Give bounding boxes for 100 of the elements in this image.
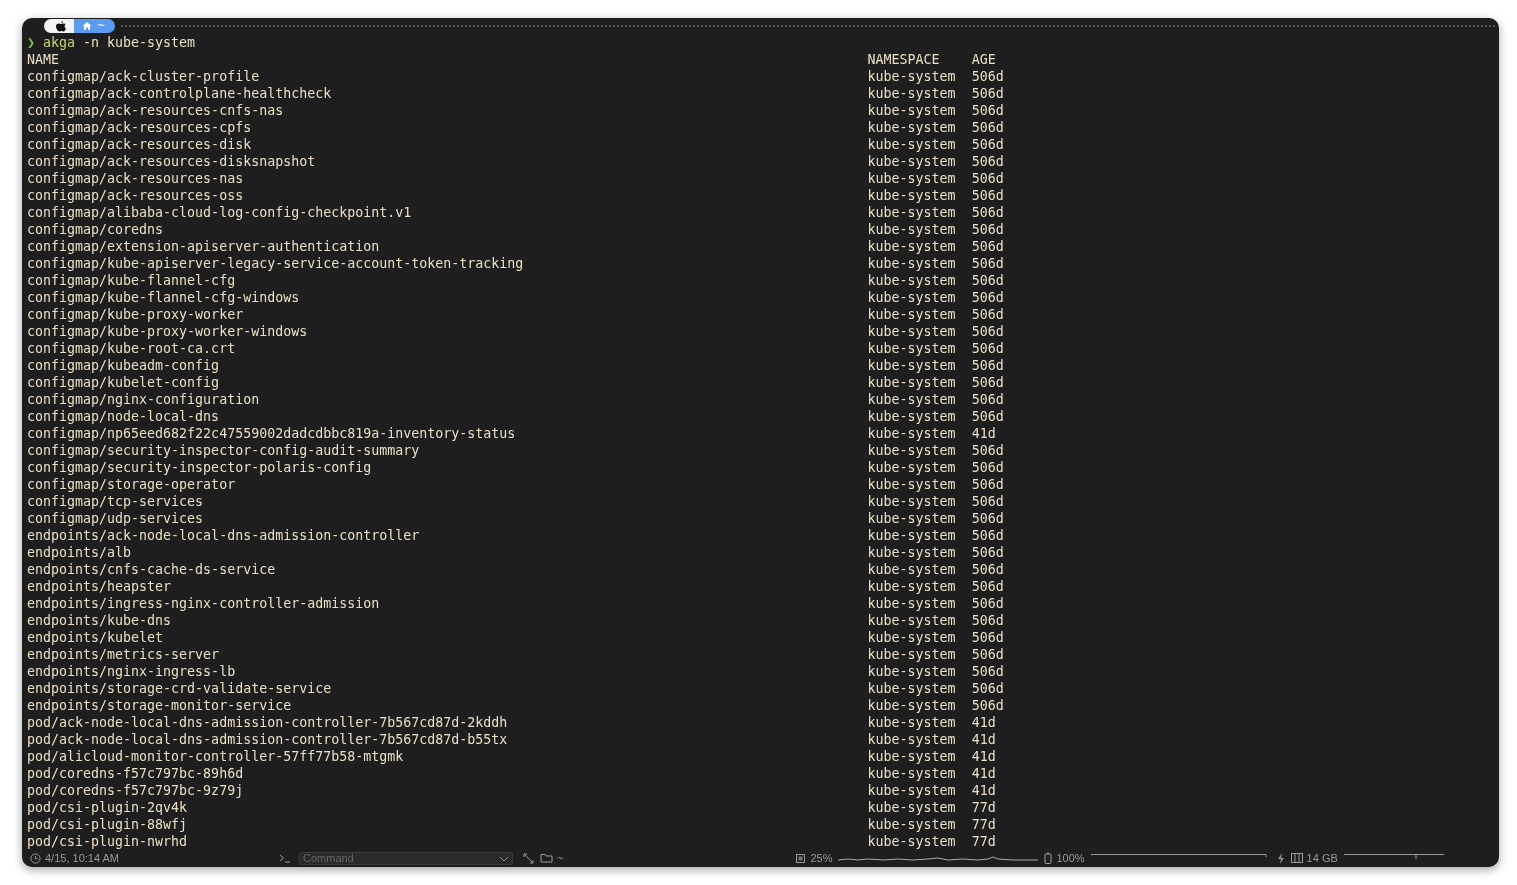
table-cell-text: configmap/kube-root-ca.crt <box>27 340 237 357</box>
table-cell-text: kube-system <box>867 697 957 714</box>
bolt-icon <box>1276 852 1285 864</box>
table-cell-text: kube-system <box>867 340 957 357</box>
table-cell-text: configmap/extension-apiserver-authentication <box>27 238 381 255</box>
table-cell-text: kube-system <box>867 561 957 578</box>
table-cell: 506d <box>971 221 1004 238</box>
table-cell-text: endpoints/nginx-ingress-lb <box>27 663 237 680</box>
table-cell-text: pod/ack-node-local-dns-admission-controller-7b567cd87d-b55tx <box>27 731 509 748</box>
table-cell-text: kube-system <box>867 255 957 272</box>
table-cell-text: kube-system <box>867 748 957 765</box>
table-cell-text: kube-system <box>867 816 957 833</box>
table-cell-text: configmap/security-inspector-polaris-config <box>27 459 373 476</box>
table-cell-text: endpoints/heapster <box>27 578 173 595</box>
table-cell-text: kube-system <box>867 391 957 408</box>
table-cell: 506d <box>971 374 1004 391</box>
command-arguments: -n kube-system <box>83 35 196 50</box>
table-cell-text: endpoints/kubelet <box>27 629 165 646</box>
table-cell: 506d <box>971 170 1004 187</box>
cpu-icon <box>795 852 807 864</box>
table-cell-text: kube-system <box>867 425 957 442</box>
table-cell-text: kube-system <box>867 646 957 663</box>
table-cell: 506d <box>971 646 1004 663</box>
prompt-symbol: ❯ <box>27 35 35 50</box>
table-cell-text: configmap/kube-proxy-worker <box>27 306 245 323</box>
table-cell: 506d <box>971 119 1004 136</box>
directory-text: ~ <box>557 852 564 864</box>
table-cell-text: endpoints/ack-node-local-dns-admission-controller <box>27 527 421 544</box>
table-cell-text: kube-system <box>867 731 957 748</box>
table-cell-text: kube-system <box>867 833 957 850</box>
expand-icon <box>523 852 534 864</box>
battery-icon <box>1044 852 1053 864</box>
table-cell-text: configmap/nginx-configuration <box>27 391 261 408</box>
table-cell-text: pod/coredns-f57c797bc-9z79j <box>27 782 245 799</box>
table-cell: 506d <box>971 680 1004 697</box>
table-cell-text: kube-system <box>867 544 957 561</box>
table-cell: 506d <box>971 323 1004 340</box>
table-cell-text: configmap/ack-resources-disk <box>27 136 253 153</box>
table-cell: 506d <box>971 136 1004 153</box>
table-cell-text: kube-system <box>867 102 957 119</box>
table-cell: 506d <box>971 442 1004 459</box>
table-cell: 506d <box>971 153 1004 170</box>
table-cell-text: configmap/ack-cluster-profile <box>27 68 261 85</box>
table-cell-text: configmap/kube-flannel-cfg <box>27 272 237 289</box>
table-cell-text: endpoints/ingress-nginx-controller-admission <box>27 595 381 612</box>
table-cell: 506d <box>971 340 1004 357</box>
table-cell-text: 77d <box>971 799 997 816</box>
table-cell-text: pod/csi-plugin-88wfj <box>27 816 189 833</box>
table-cell-text: kube-system <box>867 612 957 629</box>
table-cell: 506d <box>971 289 1004 306</box>
table-cell-text: pod/alicloud-monitor-controller-57ff77b58-mtgmk <box>27 748 405 765</box>
table-cell: 506d <box>971 272 1004 289</box>
table-cell-text: kube-system <box>867 374 957 391</box>
table-cell-text: kube-system <box>867 204 957 221</box>
table-cell-text: 77d <box>971 833 997 850</box>
table-cell-text: endpoints/metrics-server <box>27 646 221 663</box>
table-cell-text: 41d <box>971 714 997 731</box>
table-cell-text: configmap/kube-flannel-cfg-windows <box>27 289 301 306</box>
table-cell-text: configmap/coredns <box>27 221 165 238</box>
terminal-prompt-icon <box>279 853 291 863</box>
table-cell-text: kube-system <box>867 357 957 374</box>
table-cell-text: kube-system <box>867 714 957 731</box>
table-cell-text: configmap/ack-resources-nas <box>27 170 245 187</box>
table-cell-text: kube-system <box>867 799 957 816</box>
table-cell-text: 41d <box>971 731 997 748</box>
table-cell-text: kube-system <box>867 170 957 187</box>
table-cell-text: kube-system <box>867 323 957 340</box>
table-cell-text: configmap/ack-resources-oss <box>27 187 245 204</box>
table-cell-text: kube-system <box>867 527 957 544</box>
home-icon <box>82 21 92 31</box>
table-cell-text: kube-system <box>867 289 957 306</box>
table-cell-text: configmap/kube-proxy-worker-windows <box>27 323 309 340</box>
chevron-down-icon <box>499 855 509 862</box>
table-cell-text: configmap/udp-services <box>27 510 205 527</box>
table-cell-text: configmap/kubeadm-config <box>27 357 221 374</box>
table-cell-text: kube-system <box>867 459 957 476</box>
table-cell-text: kube-system <box>867 136 957 153</box>
table-cell-text: kube-system <box>867 306 957 323</box>
folder-icon <box>540 853 553 863</box>
table-cell-text: kube-system <box>867 663 957 680</box>
table-cell: 506d <box>971 391 1004 408</box>
table-cell: 506d <box>971 527 1004 544</box>
memory-text: 14 GB <box>1306 852 1338 864</box>
command-name: akga <box>43 35 76 50</box>
table-cell-text: kube-system <box>867 629 957 646</box>
command-dropdown[interactable]: Command <box>299 851 513 865</box>
table-cell: 506d <box>971 578 1004 595</box>
table-cell-text: 41d <box>971 765 997 782</box>
table-cell-text: configmap/ack-resources-cpfs <box>27 119 253 136</box>
table-cell: 506d <box>971 493 1004 510</box>
column-header: NAME <box>27 51 61 68</box>
table-cell: 506d <box>971 544 1004 561</box>
table-cell: 506d <box>971 187 1004 204</box>
directory-path: ~ <box>97 19 106 33</box>
table-cell-text: configmap/np65eed682f22c47559002dadcdbbc819a-inventory-status <box>27 425 517 442</box>
cpu-usage-text: 25% <box>810 852 833 864</box>
table-cell-text: pod/ack-node-local-dns-admission-controller-7b567cd87d-2kddh <box>27 714 509 731</box>
table-cell-text: 41d <box>971 425 997 442</box>
table-cell-text: kube-system <box>867 578 957 595</box>
table-cell-text: kube-system <box>867 119 957 136</box>
